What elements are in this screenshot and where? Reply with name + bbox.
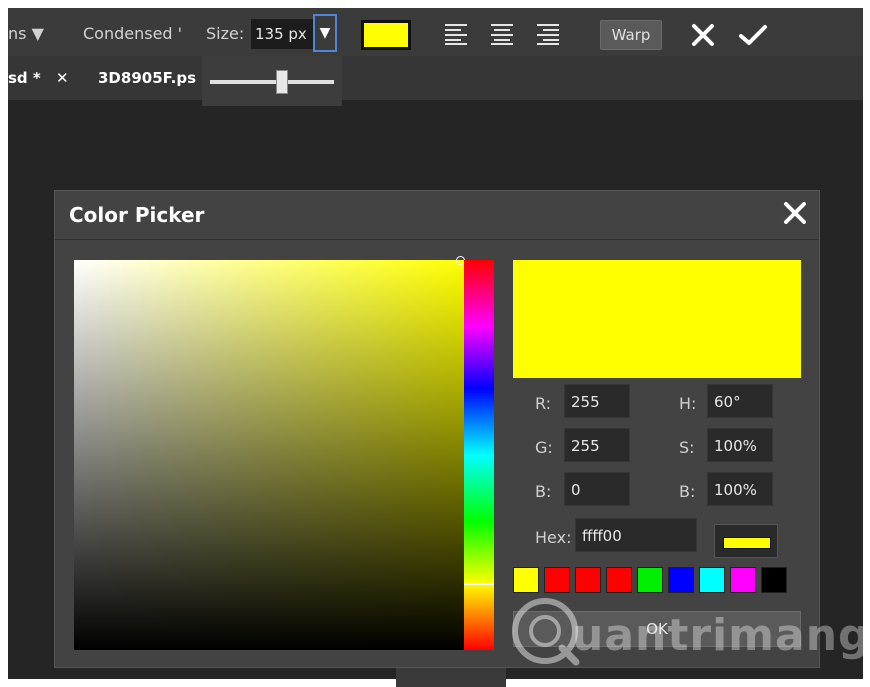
font-style-dropdown[interactable]: Condensed ' [83, 24, 182, 43]
size-label: Size: [206, 24, 245, 43]
font-size-input[interactable]: 135 px [251, 19, 313, 49]
hex-label: Hex: [535, 528, 572, 547]
palette-swatch[interactable] [668, 567, 694, 593]
blue-input[interactable]: 0 [564, 472, 630, 506]
font-options-dropdown[interactable]: ns ▼ [8, 24, 44, 43]
hex-color-swatch [714, 524, 778, 558]
font-size-slider-track[interactable] [210, 80, 334, 84]
check-icon[interactable] [738, 22, 768, 48]
blue-label: B: [535, 482, 552, 501]
color-preview [513, 260, 801, 378]
tab-label: sd * [8, 69, 41, 87]
palette-swatch[interactable] [513, 567, 539, 593]
hue-input[interactable]: 60° [707, 384, 773, 418]
warp-button[interactable]: Warp [600, 20, 662, 50]
tab-close-icon[interactable]: ✕ [56, 69, 69, 87]
align-left-icon[interactable] [444, 22, 468, 46]
align-center-icon[interactable] [490, 22, 514, 46]
palette-swatch[interactable] [606, 567, 632, 593]
palette-swatch[interactable] [575, 567, 601, 593]
saturation-input[interactable]: 100% [707, 428, 773, 462]
palette-swatch[interactable] [699, 567, 725, 593]
close-icon[interactable] [781, 199, 809, 227]
hue-slider-marker[interactable] [464, 583, 494, 585]
palette-swatch[interactable] [637, 567, 663, 593]
tab-document-2[interactable]: 3D8905F.ps [98, 56, 196, 100]
close-icon[interactable] [690, 22, 716, 48]
tab-label: 3D8905F.ps [98, 69, 197, 87]
palette-swatch[interactable] [761, 567, 787, 593]
saturation-label: S: [679, 438, 695, 457]
watermark-text: uantrimang [572, 610, 870, 661]
app-window: ns ▼ Condensed ' Size: 135 px ▼ Warp sd … [8, 8, 863, 687]
green-label: G: [535, 438, 553, 457]
tab-document-1[interactable]: sd * ✕ [8, 56, 69, 100]
font-size-slider-thumb[interactable] [276, 70, 288, 94]
text-options-toolbar: ns ▼ Condensed ' Size: 135 px ▼ Warp [8, 8, 863, 56]
dialog-divider [55, 239, 819, 240]
brightness-label: B: [679, 482, 696, 501]
document-tabs: sd * ✕ 3D8905F.ps [8, 56, 863, 100]
brightness-input[interactable]: 100% [707, 472, 773, 506]
font-size-dropdown-button[interactable]: ▼ [313, 14, 337, 52]
text-color-swatch[interactable] [361, 20, 411, 50]
hex-input[interactable]: ffff00 [575, 518, 697, 552]
green-input[interactable]: 255 [564, 428, 630, 462]
align-right-icon[interactable] [536, 22, 560, 46]
font-size-slider-popup [202, 56, 342, 106]
palette-swatch[interactable] [730, 567, 756, 593]
hex-color-chip [723, 537, 771, 549]
hue-label: H: [679, 394, 697, 413]
red-input[interactable]: 255 [564, 384, 630, 418]
dialog-title: Color Picker [69, 203, 205, 227]
red-label: R: [535, 394, 552, 413]
status-strip [396, 668, 506, 687]
hue-slider[interactable] [464, 260, 494, 650]
saturation-brightness-field[interactable] [74, 256, 465, 650]
palette-swatch[interactable] [544, 567, 570, 593]
